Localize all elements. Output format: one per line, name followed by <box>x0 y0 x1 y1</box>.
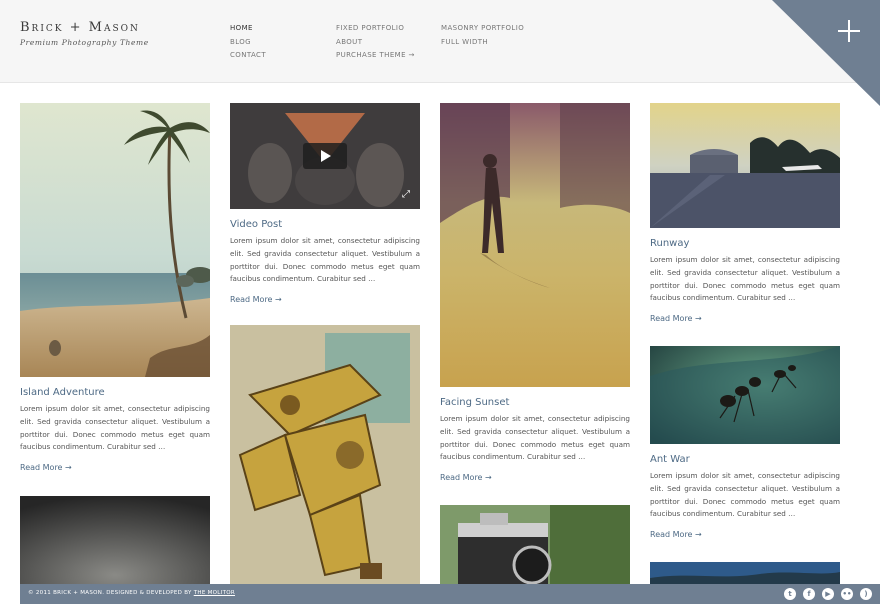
read-more-link[interactable]: Read More → <box>20 463 210 472</box>
plus-icon[interactable] <box>837 19 861 43</box>
flickr-icon[interactable]: •• <box>841 588 853 600</box>
copyright-text: © 2011 BRICK + MASON. DESIGNED & DEVELOP… <box>28 590 192 596</box>
post-sky <box>650 562 840 584</box>
dark-gradient-image <box>20 496 210 584</box>
nav-full-width[interactable]: FULL WIDTH <box>441 36 524 50</box>
youtube-icon[interactable]: ▶ <box>822 588 834 600</box>
post-title[interactable]: Runway <box>650 238 840 249</box>
logo-tagline: Premium Photography Theme <box>20 38 149 47</box>
site-footer: © 2011 BRICK + MASON. DESIGNED & DEVELOP… <box>20 584 880 604</box>
post-thumbnail[interactable] <box>440 505 630 584</box>
sky-image <box>650 562 840 584</box>
post-runway: Runway Lorem ipsum dolor sit amet, conse… <box>650 103 840 323</box>
fullscreen-icon[interactable]: ⤢ <box>400 189 412 201</box>
post-title[interactable]: Ant War <box>650 454 840 465</box>
post-thumbnail[interactable] <box>650 562 840 584</box>
beach-palm-image <box>20 103 210 377</box>
post-thumbnail[interactable] <box>230 325 420 584</box>
site-header: Brick + Mason Premium Photography Theme … <box>0 0 880 83</box>
nav-home[interactable]: HOME <box>230 22 266 36</box>
nav-column-1: HOME BLOG CONTACT <box>230 22 266 63</box>
nav-about[interactable]: ABOUT <box>336 36 415 50</box>
post-excerpt: Lorem ipsum dolor sit amet, consectetur … <box>20 404 210 452</box>
post-excerpt: Lorem ipsum dolor sit amet, consectetur … <box>230 236 420 284</box>
nav-contact[interactable]: CONTACT <box>230 49 266 63</box>
robot-poster-image <box>230 325 420 584</box>
site-logo[interactable]: Brick + Mason Premium Photography Theme <box>20 20 149 47</box>
nav-column-2: FIXED PORTFOLIO ABOUT PURCHASE THEME → <box>336 22 415 63</box>
post-island-adventure: Island Adventure Lorem ipsum dolor sit a… <box>20 103 210 472</box>
video-thumbnail[interactable]: ⤢ <box>230 103 420 209</box>
designer-credit-link[interactable]: THE MOLITOR <box>194 590 235 596</box>
post-title[interactable]: Facing Sunset <box>440 397 630 408</box>
vintage-camera-image <box>440 505 630 584</box>
post-camera <box>440 505 630 584</box>
read-more-link[interactable]: Read More → <box>440 473 630 482</box>
post-thumbnail[interactable] <box>440 103 630 387</box>
post-video: ⤢ Video Post Lorem ipsum dolor sit amet,… <box>230 103 420 304</box>
play-icon[interactable] <box>303 143 347 169</box>
post-facing-sunset: Facing Sunset Lorem ipsum dolor sit amet… <box>440 103 630 482</box>
ant-macro-image <box>650 346 840 444</box>
post-title[interactable]: Island Adventure <box>20 387 210 398</box>
post-title[interactable]: Video Post <box>230 219 420 230</box>
post-robot-poster <box>230 325 420 584</box>
twitter-icon[interactable]: t <box>784 588 796 600</box>
post-excerpt: Lorem ipsum dolor sit amet, consectetur … <box>440 414 630 462</box>
nav-fixed-portfolio[interactable]: FIXED PORTFOLIO <box>336 22 415 36</box>
post-thumbnail[interactable] <box>20 496 210 584</box>
rss-icon[interactable]: ) <box>860 588 872 600</box>
read-more-link[interactable]: Read More → <box>230 295 420 304</box>
footer-copyright: © 2011 BRICK + MASON. DESIGNED & DEVELOP… <box>28 590 235 596</box>
post-thumbnail[interactable] <box>650 346 840 444</box>
post-ant-war: Ant War Lorem ipsum dolor sit amet, cons… <box>650 346 840 539</box>
read-more-link[interactable]: Read More → <box>650 530 840 539</box>
facebook-icon[interactable]: f <box>803 588 815 600</box>
sunset-field-image <box>440 103 630 387</box>
nav-column-3: MASONRY PORTFOLIO FULL WIDTH <box>441 22 524 49</box>
logo-title: Brick + Mason <box>20 20 140 35</box>
post-excerpt: Lorem ipsum dolor sit amet, consectetur … <box>650 255 840 303</box>
runway-image <box>650 103 840 228</box>
post-excerpt: Lorem ipsum dolor sit amet, consectetur … <box>650 471 840 519</box>
corner-ribbon <box>772 0 880 106</box>
post-thumbnail[interactable] <box>20 103 210 377</box>
read-more-link[interactable]: Read More → <box>650 314 840 323</box>
nav-purchase-theme[interactable]: PURCHASE THEME → <box>336 49 415 63</box>
nav-masonry-portfolio[interactable]: MASONRY PORTFOLIO <box>441 22 524 36</box>
post-dark-gradient <box>20 496 210 584</box>
post-thumbnail[interactable] <box>650 103 840 228</box>
nav-blog[interactable]: BLOG <box>230 36 266 50</box>
